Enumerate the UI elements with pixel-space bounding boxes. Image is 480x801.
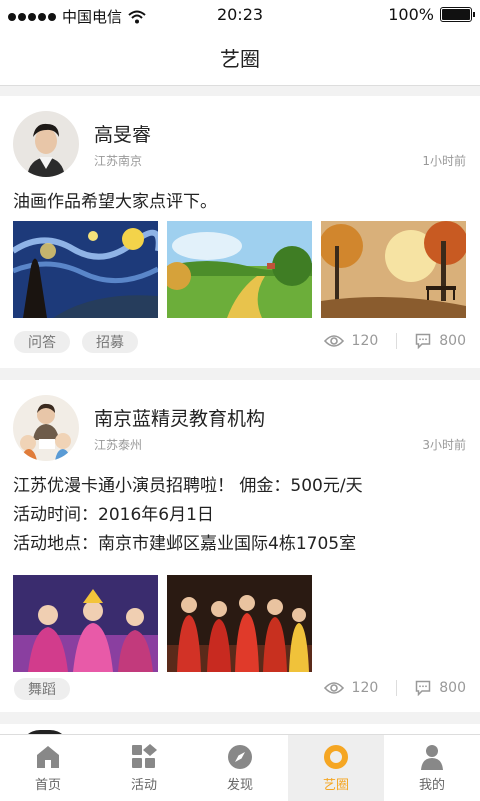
tag[interactable]: 问答 (14, 331, 70, 353)
avatar[interactable] (13, 111, 79, 177)
post-time: 3小时前 (422, 438, 466, 452)
battery-label: 100% (388, 5, 434, 24)
tab-mine[interactable]: 我的 (384, 735, 480, 801)
tag[interactable]: 招募 (82, 331, 138, 353)
divider (396, 333, 398, 349)
author-name[interactable]: 高旻睿 (94, 120, 151, 147)
eye-icon (323, 682, 344, 694)
post-content: 江苏优漫卡通小演员招聘啦！ 佣金：500元/天 活动时间：2016年6月1日 活… (13, 472, 363, 559)
views-count: 120 (351, 680, 379, 696)
tab-label: 我的 (418, 777, 445, 793)
home-icon (37, 745, 59, 768)
author-location: 江苏南京 (94, 154, 143, 168)
tab-discover[interactable]: 发现 (192, 735, 288, 801)
tab-activity[interactable]: 活动 (96, 735, 192, 801)
eye-icon (323, 335, 344, 347)
post-content-line: 活动地点：南京市建邺区嘉业国际4栋1705室 (13, 534, 357, 554)
post-content: 油画作品希望大家点评下。 (13, 188, 217, 217)
views-stat: 120 (323, 680, 379, 696)
post-image[interactable] (13, 221, 158, 318)
comment-icon (416, 680, 431, 696)
tab-label: 活动 (130, 777, 157, 793)
post-stats: 120 800 (323, 333, 466, 349)
post-time: 1小时前 (422, 154, 466, 168)
comments-count: 800 (439, 680, 466, 696)
post-content-line: 江苏优漫卡通小演员招聘啦！ 佣金：500元/天 (13, 476, 363, 496)
tab-label: 艺圈 (322, 777, 349, 793)
post-content-line: 活动时间：2016年6月1日 (13, 505, 214, 525)
tab-label: 发现 (226, 777, 253, 793)
tab-home[interactable]: 首页 (0, 735, 96, 801)
post-card[interactable]: 南京蓝精灵教育机构 江苏泰州 3小时前 江苏优漫卡通小演员招聘啦！ 佣金：500… (0, 380, 480, 712)
author-name[interactable]: 南京蓝精灵教育机构 (94, 404, 265, 431)
comments-count: 800 (439, 333, 466, 349)
tab-circle[interactable]: 艺圈 (288, 735, 384, 801)
post-image[interactable] (167, 575, 312, 672)
avatar[interactable] (13, 395, 79, 461)
post-card[interactable]: 高旻睿 江苏南京 1小时前 油画作品希望大家点评下。 问答 招募 120 800 (0, 96, 480, 368)
post-card[interactable] (0, 724, 480, 734)
nav-bar: 艺圈 (0, 30, 480, 86)
tag-list: 舞蹈 (14, 678, 70, 700)
grid-icon (132, 743, 157, 768)
compass-icon (228, 744, 252, 769)
person-icon (421, 744, 443, 770)
tab-label: 首页 (34, 777, 61, 793)
comment-icon (416, 333, 431, 349)
author-location: 江苏泰州 (94, 438, 143, 452)
battery-icon (440, 7, 475, 22)
divider (396, 680, 398, 696)
status-bar: 中国电信 20:23 100% (0, 0, 480, 30)
circle-icon (324, 744, 348, 769)
views-count: 120 (351, 333, 379, 349)
tab-bar: 首页 活动 发现 艺圈 我的 (0, 734, 480, 801)
post-content-line: 油画作品希望大家点评下。 (13, 192, 217, 212)
post-stats: 120 800 (323, 680, 466, 696)
feed[interactable]: 高旻睿 江苏南京 1小时前 油画作品希望大家点评下。 问答 招募 120 800… (0, 96, 480, 734)
page-title: 艺圈 (220, 47, 260, 71)
post-image[interactable] (13, 575, 158, 672)
tag[interactable]: 舞蹈 (14, 678, 70, 700)
views-stat: 120 (323, 333, 379, 349)
post-image[interactable] (321, 221, 466, 318)
tag-list: 问答 招募 (14, 331, 138, 353)
comments-stat[interactable]: 800 (415, 333, 466, 349)
status-right: 100% (388, 5, 475, 24)
post-image[interactable] (167, 221, 312, 318)
comments-stat[interactable]: 800 (415, 680, 466, 696)
